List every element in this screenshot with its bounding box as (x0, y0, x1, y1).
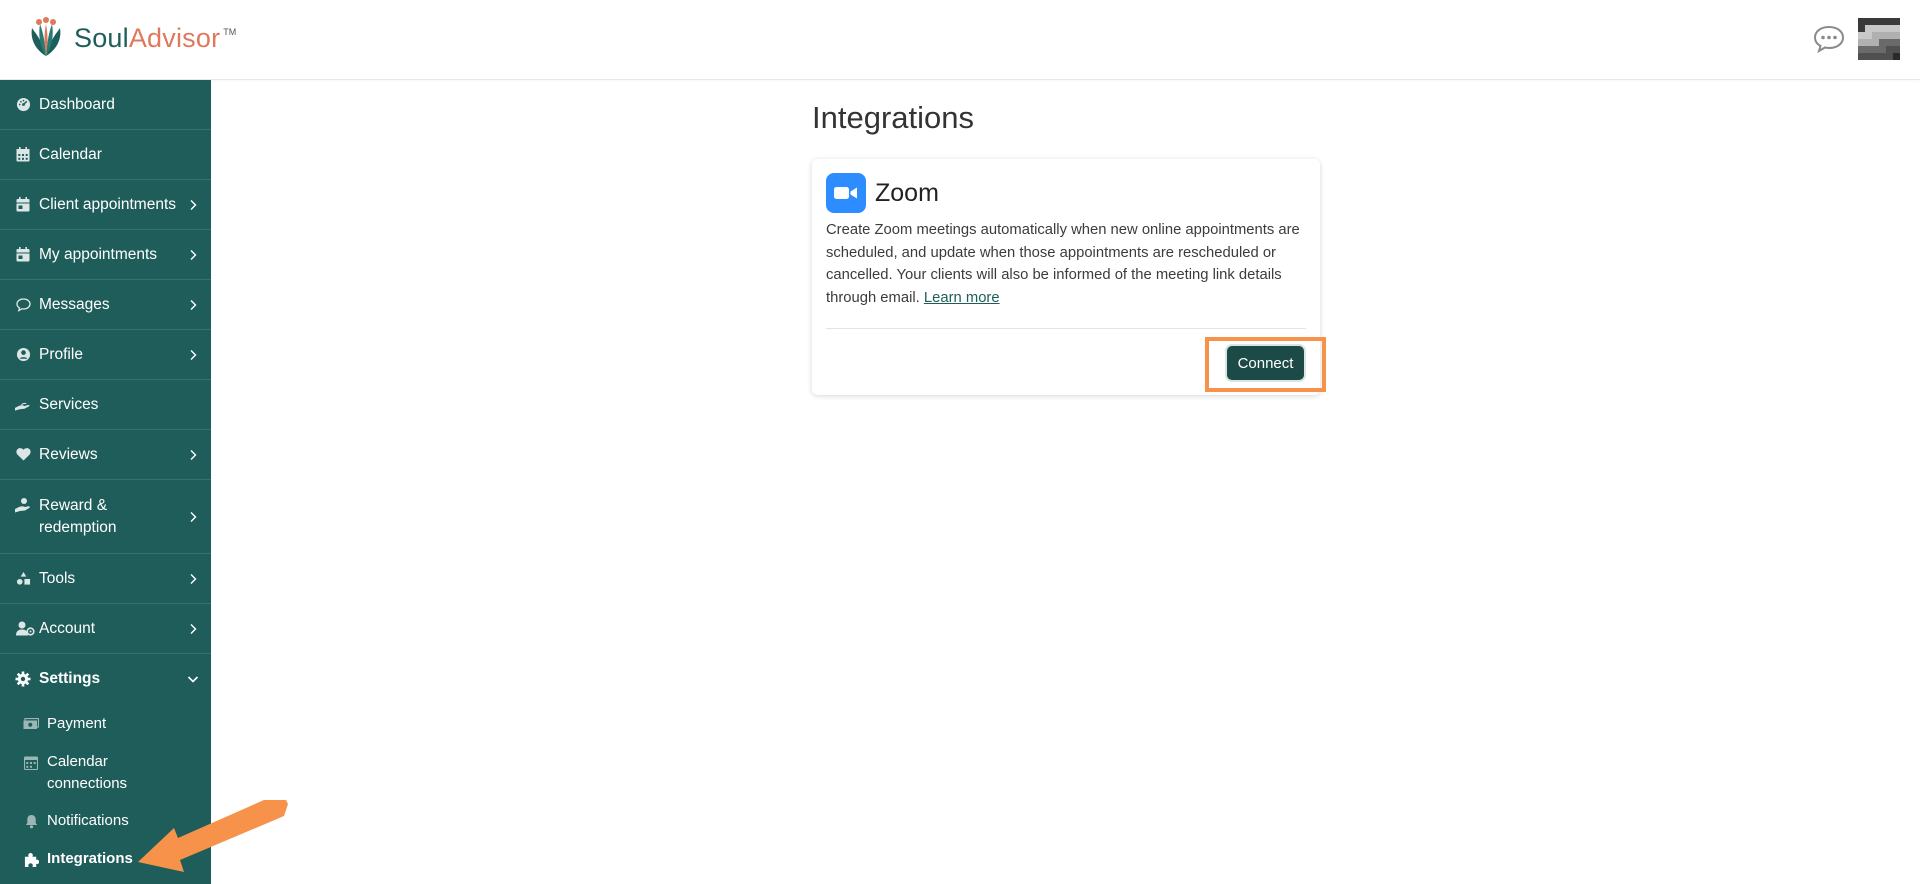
sidebar-item-dashboard[interactable]: Dashboard (0, 80, 211, 130)
sidebar-item-reward-redemption[interactable]: Reward & redemption (0, 480, 211, 554)
sidebar-item-client-appointments[interactable]: Client appointments (0, 180, 211, 230)
chevron-right-icon (190, 449, 197, 460)
page-title: Integrations (812, 100, 974, 135)
user-circle-icon (15, 347, 31, 363)
card-title: Zoom (875, 178, 939, 207)
sidebar-item-label: Messages (39, 295, 110, 313)
messages-icon (15, 297, 31, 313)
dashboard-icon (15, 97, 31, 113)
chevron-right-icon (190, 511, 197, 522)
sidebar-subitem-label: Notifications (47, 812, 129, 829)
calendar-check-icon (15, 247, 31, 263)
sidebar-item-label: Profile (39, 345, 83, 363)
card-header: Zoom (826, 173, 939, 213)
sidebar-item-messages[interactable]: Messages (0, 280, 211, 330)
sidebar-item-profile[interactable]: Profile (0, 330, 211, 380)
user-cog-icon (15, 621, 35, 637)
user-avatar[interactable] (1858, 18, 1900, 60)
bell-icon (23, 813, 39, 829)
chevron-right-icon (190, 299, 197, 310)
gear-icon (15, 671, 31, 687)
sidebar-subitem-label: Payment (47, 715, 107, 732)
chevron-right-icon (190, 349, 197, 360)
calendar-icon (23, 754, 39, 770)
hand-icon (15, 397, 31, 413)
logo-mark-icon (31, 17, 61, 56)
sidebar-item-settings[interactable]: Settings (0, 654, 211, 704)
chevron-right-icon (190, 249, 197, 260)
sidebar-nav: Dashboard Calendar Client appointments M… (0, 80, 211, 884)
sidebar-subitem-notifications[interactable]: Notifications (0, 802, 211, 840)
sidebar-item-label: Services (39, 395, 99, 413)
heart-icon (15, 447, 31, 463)
sidebar-item-label: Tools (39, 569, 76, 587)
money-icon (23, 716, 39, 732)
card-divider (826, 328, 1306, 329)
sidebar-item-label: My appointments (39, 245, 158, 263)
chevron-right-icon (190, 199, 197, 210)
sidebar-item-label: Reward & redemption (39, 496, 117, 536)
calendar-check-icon (15, 197, 31, 213)
shapes-icon (15, 571, 31, 587)
sidebar-item-account[interactable]: Account (0, 604, 211, 654)
sidebar-subitem-label: Integrations (47, 850, 133, 867)
sidebar-item-my-appointments[interactable]: My appointments (0, 230, 211, 280)
sidebar-item-reviews[interactable]: Reviews (0, 430, 211, 480)
sidebar-item-label: Account (39, 619, 96, 637)
sidebar-item-label: Dashboard (39, 95, 115, 113)
sidebar-item-label: Client appointments (39, 195, 176, 213)
chevron-right-icon (190, 573, 197, 584)
calendar-icon (15, 147, 31, 163)
learn-more-link[interactable]: Learn more (924, 290, 1000, 306)
sidebar-subitem-integrations[interactable]: Integrations (0, 840, 211, 878)
sidebar-item-label: Settings (39, 670, 101, 687)
chevron-down-icon (187, 676, 199, 683)
sidebar-item-label: Calendar (39, 145, 102, 163)
connect-button[interactable]: Connect (1227, 346, 1304, 380)
zoom-integration-card: Zoom Create Zoom meetings automatically … (812, 159, 1320, 395)
sidebar-item-tools[interactable]: Tools (0, 554, 211, 604)
sidebar-item-calendar[interactable]: Calendar (0, 130, 211, 180)
sidebar-subitem-label: Calendar connections (47, 753, 128, 792)
chevron-right-icon (190, 623, 197, 634)
sidebar-item-services[interactable]: Services (0, 380, 211, 430)
souladvisor-logo[interactable]: SoulAdvisor TM (24, 16, 236, 60)
chat-bubble-icon[interactable] (1812, 24, 1846, 54)
logo-text: SoulAdvisor (74, 22, 221, 53)
zoom-video-icon (826, 173, 866, 213)
trademark: TM (223, 27, 237, 37)
card-description: Create Zoom meetings automatically when … (826, 219, 1312, 310)
hand-gift-icon (15, 497, 31, 513)
sidebar-subitem-calendar-connections[interactable]: Calendar connections (0, 742, 211, 802)
puzzle-icon (23, 851, 39, 867)
sidebar-item-label: Reviews (39, 445, 98, 463)
description-text: Create Zoom meetings automatically when … (826, 222, 1300, 307)
sidebar-subitem-payment[interactable]: Payment (0, 704, 211, 742)
top-header: SoulAdvisor TM (0, 0, 1920, 80)
